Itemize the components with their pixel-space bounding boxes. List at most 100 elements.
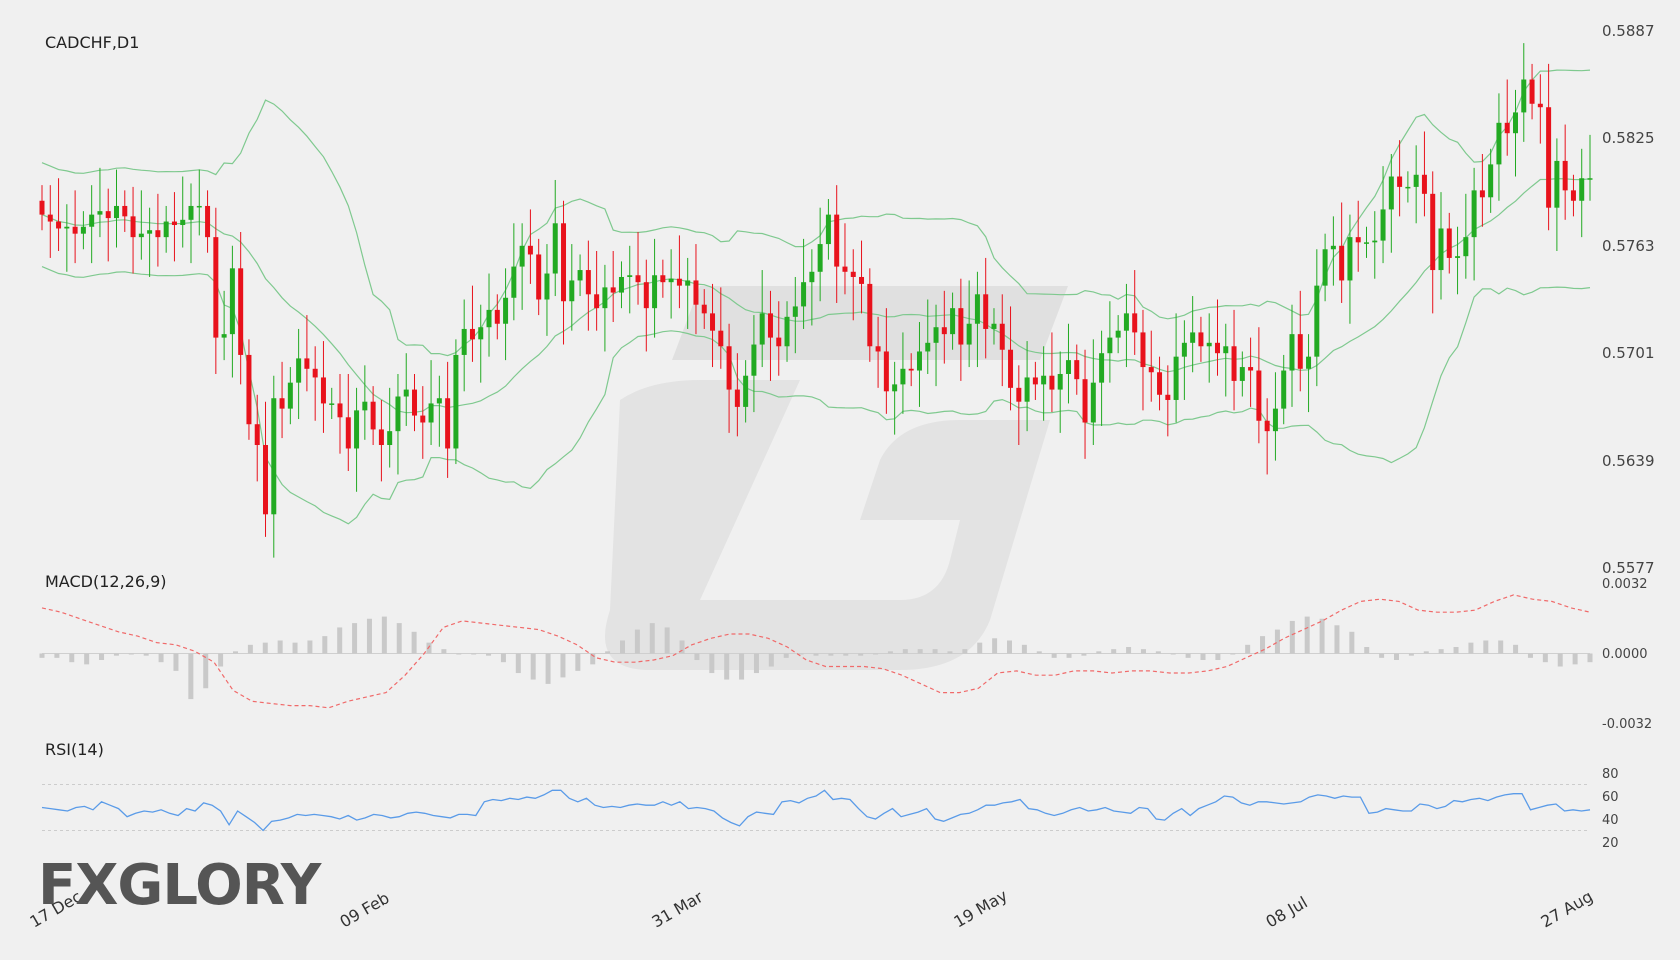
candle-body [1231,346,1237,381]
candle-body [1488,164,1494,198]
candle-body [1214,342,1220,354]
candle-body [494,309,500,324]
macd-histogram-bar [218,653,224,667]
macd-histogram-bar [1021,644,1027,654]
rsi-tick-label: 60 [1602,790,1619,805]
candle-body [1074,360,1080,380]
candle-body [453,354,459,449]
macd-histogram-bar [783,653,789,658]
macd-histogram-bar [828,653,834,656]
candle-body [1123,313,1129,331]
candle-body [916,351,922,371]
candle-body [892,384,898,392]
candle-body [1016,387,1022,402]
candle-body [1388,176,1394,210]
candle-body [652,275,658,309]
candle-body [329,403,335,405]
candle-body [1032,377,1038,385]
candle-body [643,282,649,309]
candle-body [263,445,269,515]
macd-histogram-bar [128,653,134,655]
macd-histogram-bar [54,653,60,658]
candle-body [991,323,997,329]
candle-body [1181,342,1187,357]
macd-histogram-bar [486,653,492,656]
candle-body [97,211,103,215]
candle-body [180,219,186,226]
candle-body [718,330,724,347]
candle-body [536,254,542,300]
macd-tick-label: 0.0032 [1602,577,1648,592]
candle-body [1008,349,1014,388]
candle-body [867,283,873,347]
candle-body [1455,256,1461,258]
candle-body [1165,394,1171,400]
candle-body [238,268,244,355]
candle-body [1082,379,1088,423]
candle-body [39,200,45,215]
rsi-tick-label: 80 [1602,767,1619,782]
macd-histogram-bar [634,629,640,654]
macd-histogram-bar [739,653,745,680]
candle-body [850,271,856,277]
macd-histogram-bar [649,623,655,654]
macd-histogram-bar [173,653,179,671]
macd-histogram-bar [530,653,536,680]
candle-body [1289,334,1295,371]
candle-body [428,403,434,423]
x-tick-label: 27 Aug [1538,887,1597,932]
macd-histogram-bar [307,640,313,654]
candle-body [825,214,831,245]
macd-histogram-bar [381,616,387,654]
candle-body [188,205,194,220]
candle-body [759,313,765,345]
candle-body [1306,356,1312,369]
candle-body [72,226,78,234]
macd-histogram-bar [233,651,238,654]
candle-body [1206,342,1212,347]
candle-body [701,304,707,314]
candle-body [1264,420,1270,432]
macd-histogram-bar [962,649,968,654]
rsi-line [41,789,1591,832]
macd-tick-label: -0.0032 [1602,717,1652,732]
candle-body [89,214,95,227]
candle-body [974,294,980,324]
candle-body [1148,367,1154,373]
candle-body [1529,79,1535,104]
macd-histogram-bar [813,653,819,656]
candle-body [1430,193,1436,271]
macd-histogram-bar [1513,644,1519,654]
candle-body [1512,112,1518,134]
candle-body [1297,334,1303,369]
price-tick-label: 0.5639 [1602,452,1655,470]
candle-body [345,417,351,449]
candle-body [478,327,484,340]
macd-histogram-bar [352,623,358,654]
macd-histogram-bar [1423,651,1429,654]
candle-body [801,282,807,307]
macd-histogram-bar [694,653,700,661]
macd-histogram-bar [158,653,164,663]
macd-histogram-bar [858,653,864,656]
macd-histogram-bar [664,627,670,654]
candle-body [163,221,169,238]
macd-histogram-bar [143,653,149,656]
candle-body [122,205,128,217]
candle-body [1090,382,1096,423]
watermark-shape [605,380,1050,670]
candle-body [1322,249,1328,286]
candle-body [1405,186,1411,189]
macd-histogram-bar [1289,620,1295,654]
candle-body [1330,245,1336,250]
macd-histogram-bar [203,653,209,689]
macd-histogram-bar [515,653,521,674]
candle-body [1272,408,1278,432]
macd-histogram-bar [99,653,105,661]
candle-body [1065,360,1071,374]
macd-histogram-bar [709,653,715,674]
x-tick-label: 31 Mar [649,887,707,931]
macd-histogram-bar [753,653,759,674]
macd-histogram-bar [1483,640,1489,654]
candle-body [883,351,889,392]
